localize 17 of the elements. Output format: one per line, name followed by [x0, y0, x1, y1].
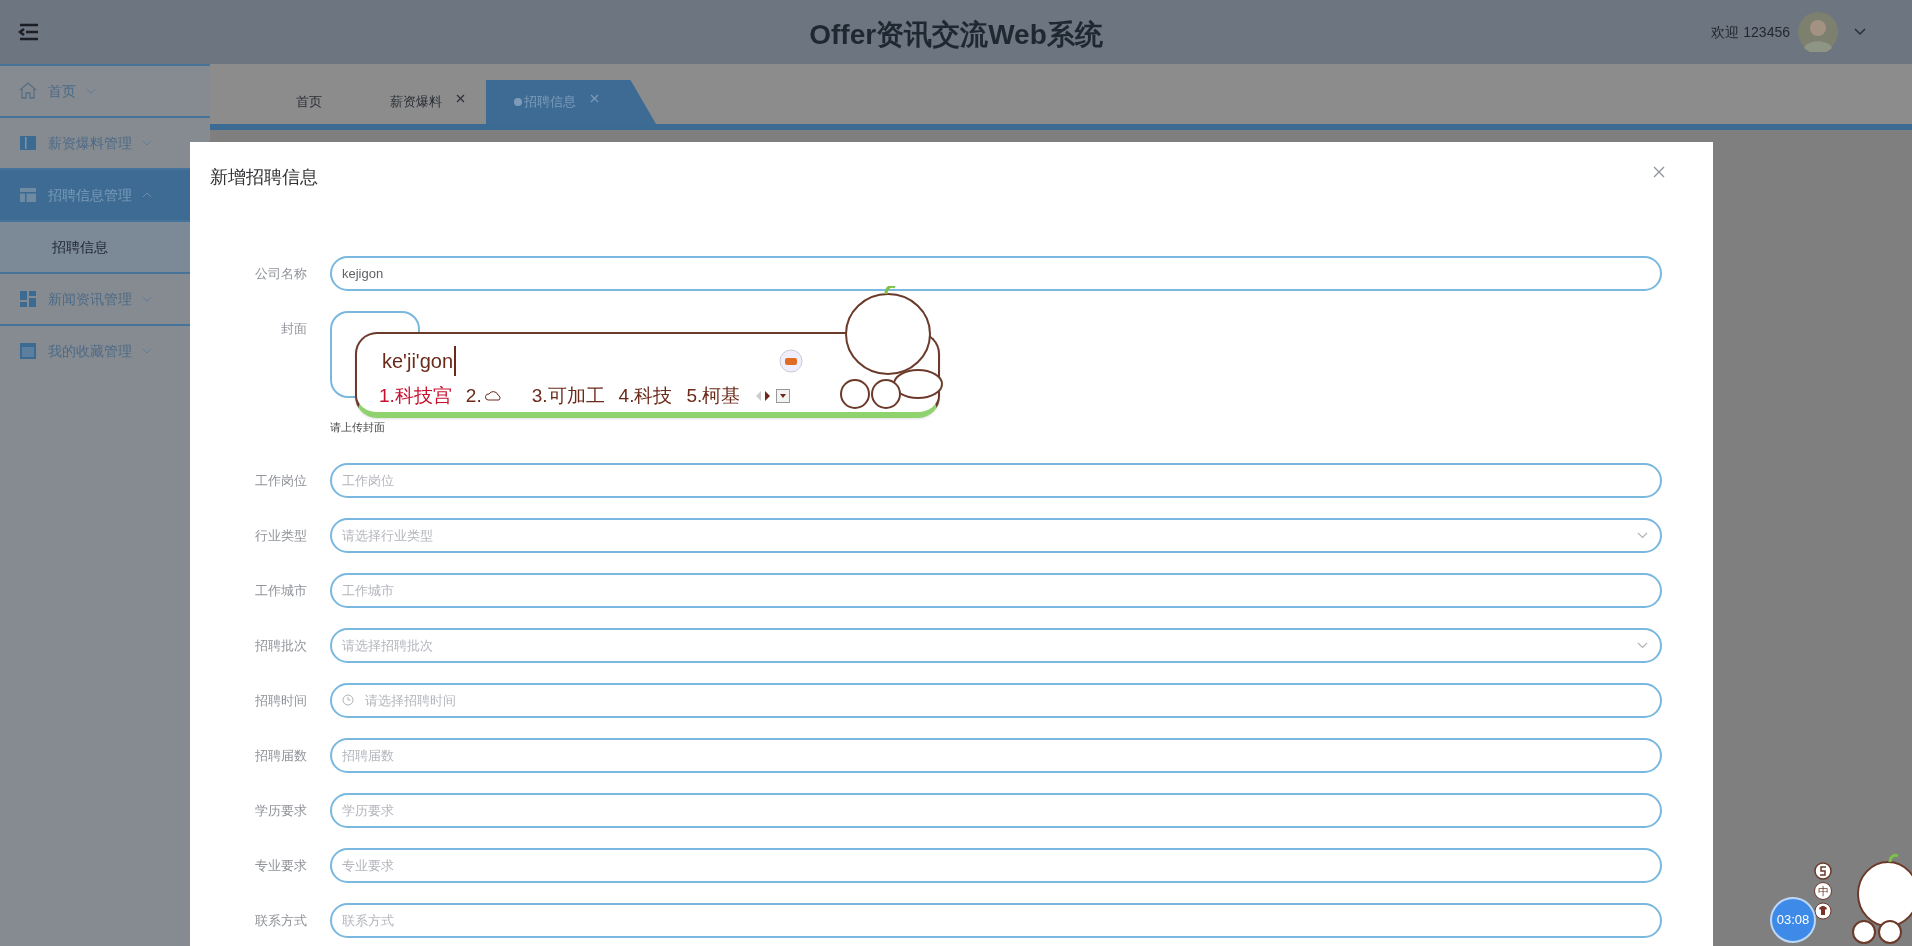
app-title: Offer资讯交流Web系统	[809, 18, 1103, 52]
field-label: 工作城市	[254, 581, 307, 600]
upload-hint: 请上传封面	[330, 420, 386, 435]
field-label: 招聘批次	[254, 636, 307, 655]
field-label: 学历要求	[254, 801, 307, 820]
field-label: 联系方式	[254, 911, 307, 930]
field-label: 专业要求	[254, 856, 307, 875]
field-label: 招聘时间	[254, 691, 307, 710]
field-label: 工作岗位	[254, 471, 307, 490]
field-label: 行业类型	[254, 526, 307, 545]
timer-badge: 03:08	[1770, 897, 1816, 943]
welcome-text: 欢迎 123456	[1711, 22, 1790, 42]
field-label: 封面	[280, 320, 307, 338]
field-label: 公司名称	[254, 265, 307, 283]
field-label: 招聘届数	[254, 746, 307, 765]
ime-composition: ke'ji'gon	[382, 346, 456, 376]
dialog-title: 新增招聘信息	[210, 166, 318, 189]
